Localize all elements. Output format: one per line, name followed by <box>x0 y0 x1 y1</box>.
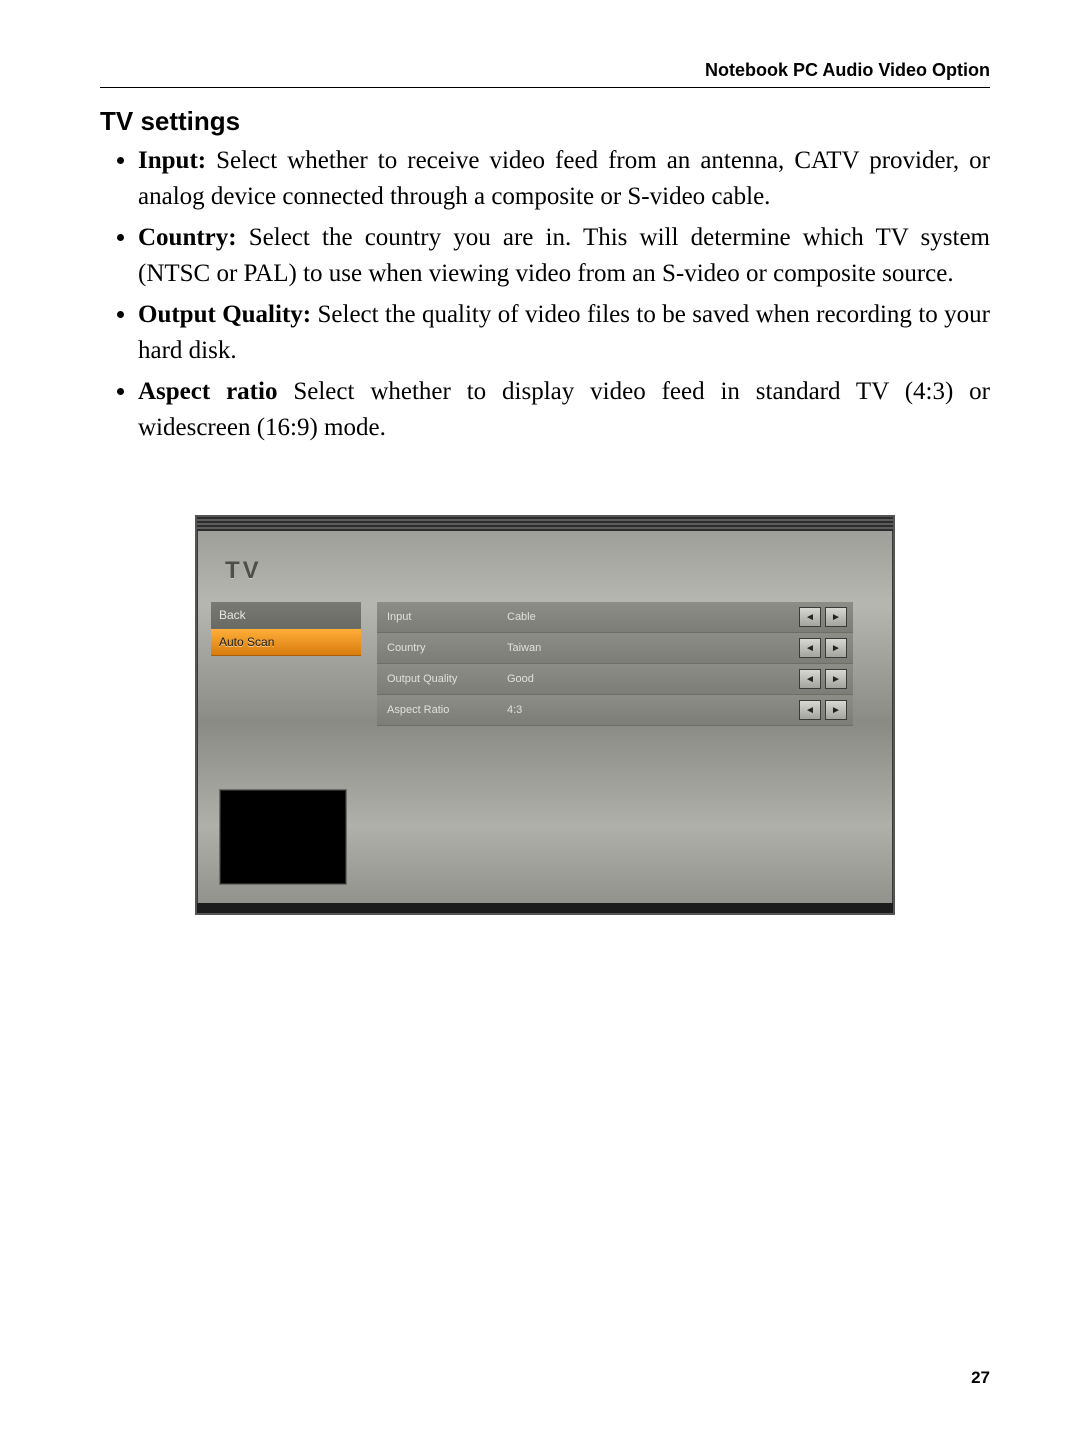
sidebar-item-auto-scan[interactable]: Auto Scan <box>211 629 361 656</box>
running-head: Notebook PC Audio Video Option <box>100 60 990 81</box>
row-value: 4:3 <box>507 704 799 716</box>
arrow-left-icon[interactable]: ◄ <box>799 700 821 720</box>
row-label: Aspect Ratio <box>387 704 507 716</box>
bullet-lead: Output Quality: <box>138 301 311 328</box>
bullet-aspect-ratio: Aspect ratio Select whether to display v… <box>138 374 990 445</box>
row-label: Output Quality <box>387 673 507 685</box>
row-arrow-group: ◄ ► <box>799 607 847 627</box>
row-input: Input Cable ◄ ► <box>377 602 853 633</box>
row-country: Country Taiwan ◄ ► <box>377 633 853 664</box>
row-arrow-group: ◄ ► <box>799 669 847 689</box>
tv-settings-rows: Input Cable ◄ ► Country Taiwan ◄ ► <box>377 602 853 726</box>
row-label: Input <box>387 611 507 623</box>
manual-page: Notebook PC Audio Video Option TV settin… <box>0 0 1080 1438</box>
arrow-left-icon[interactable]: ◄ <box>799 607 821 627</box>
bullet-lead: Aspect ratio <box>138 378 277 405</box>
tv-settings-screenshot: TV Back Auto Scan Input Cable ◄ ► Countr… <box>195 515 895 915</box>
bullet-lead: Input: <box>138 147 206 174</box>
tv-sidebar: Back Auto Scan <box>211 602 361 656</box>
row-label: Country <box>387 642 507 654</box>
screenshot-bottom-border <box>197 903 893 913</box>
row-value: Cable <box>507 611 799 623</box>
bullet-input: Input: Select whether to receive video f… <box>138 143 990 214</box>
row-aspect-ratio: Aspect Ratio 4:3 ◄ ► <box>377 695 853 726</box>
bullet-text: Select whether to receive video feed fro… <box>138 147 990 210</box>
tv-preview-thumbnail <box>219 789 347 885</box>
bullet-output-quality: Output Quality: Select the quality of vi… <box>138 297 990 368</box>
tv-screen-title: TV <box>225 557 262 585</box>
arrow-right-icon[interactable]: ► <box>825 607 847 627</box>
page-number: 27 <box>971 1368 990 1388</box>
screenshot-top-border <box>197 517 893 531</box>
row-value: Good <box>507 673 799 685</box>
bullet-lead: Country: <box>138 224 237 251</box>
row-arrow-group: ◄ ► <box>799 638 847 658</box>
arrow-right-icon[interactable]: ► <box>825 700 847 720</box>
sidebar-item-back[interactable]: Back <box>211 602 361 629</box>
arrow-left-icon[interactable]: ◄ <box>799 638 821 658</box>
bullet-country: Country: Select the country you are in. … <box>138 220 990 291</box>
header-rule <box>100 87 990 88</box>
row-output-quality: Output Quality Good ◄ ► <box>377 664 853 695</box>
row-value: Taiwan <box>507 642 799 654</box>
arrow-right-icon[interactable]: ► <box>825 669 847 689</box>
section-title: TV settings <box>100 106 990 137</box>
bullet-text: Select the country you are in. This will… <box>138 224 990 287</box>
settings-bullet-list: Input: Select whether to receive video f… <box>100 143 990 445</box>
arrow-left-icon[interactable]: ◄ <box>799 669 821 689</box>
screenshot-container: TV Back Auto Scan Input Cable ◄ ► Countr… <box>100 515 990 915</box>
row-arrow-group: ◄ ► <box>799 700 847 720</box>
arrow-right-icon[interactable]: ► <box>825 638 847 658</box>
